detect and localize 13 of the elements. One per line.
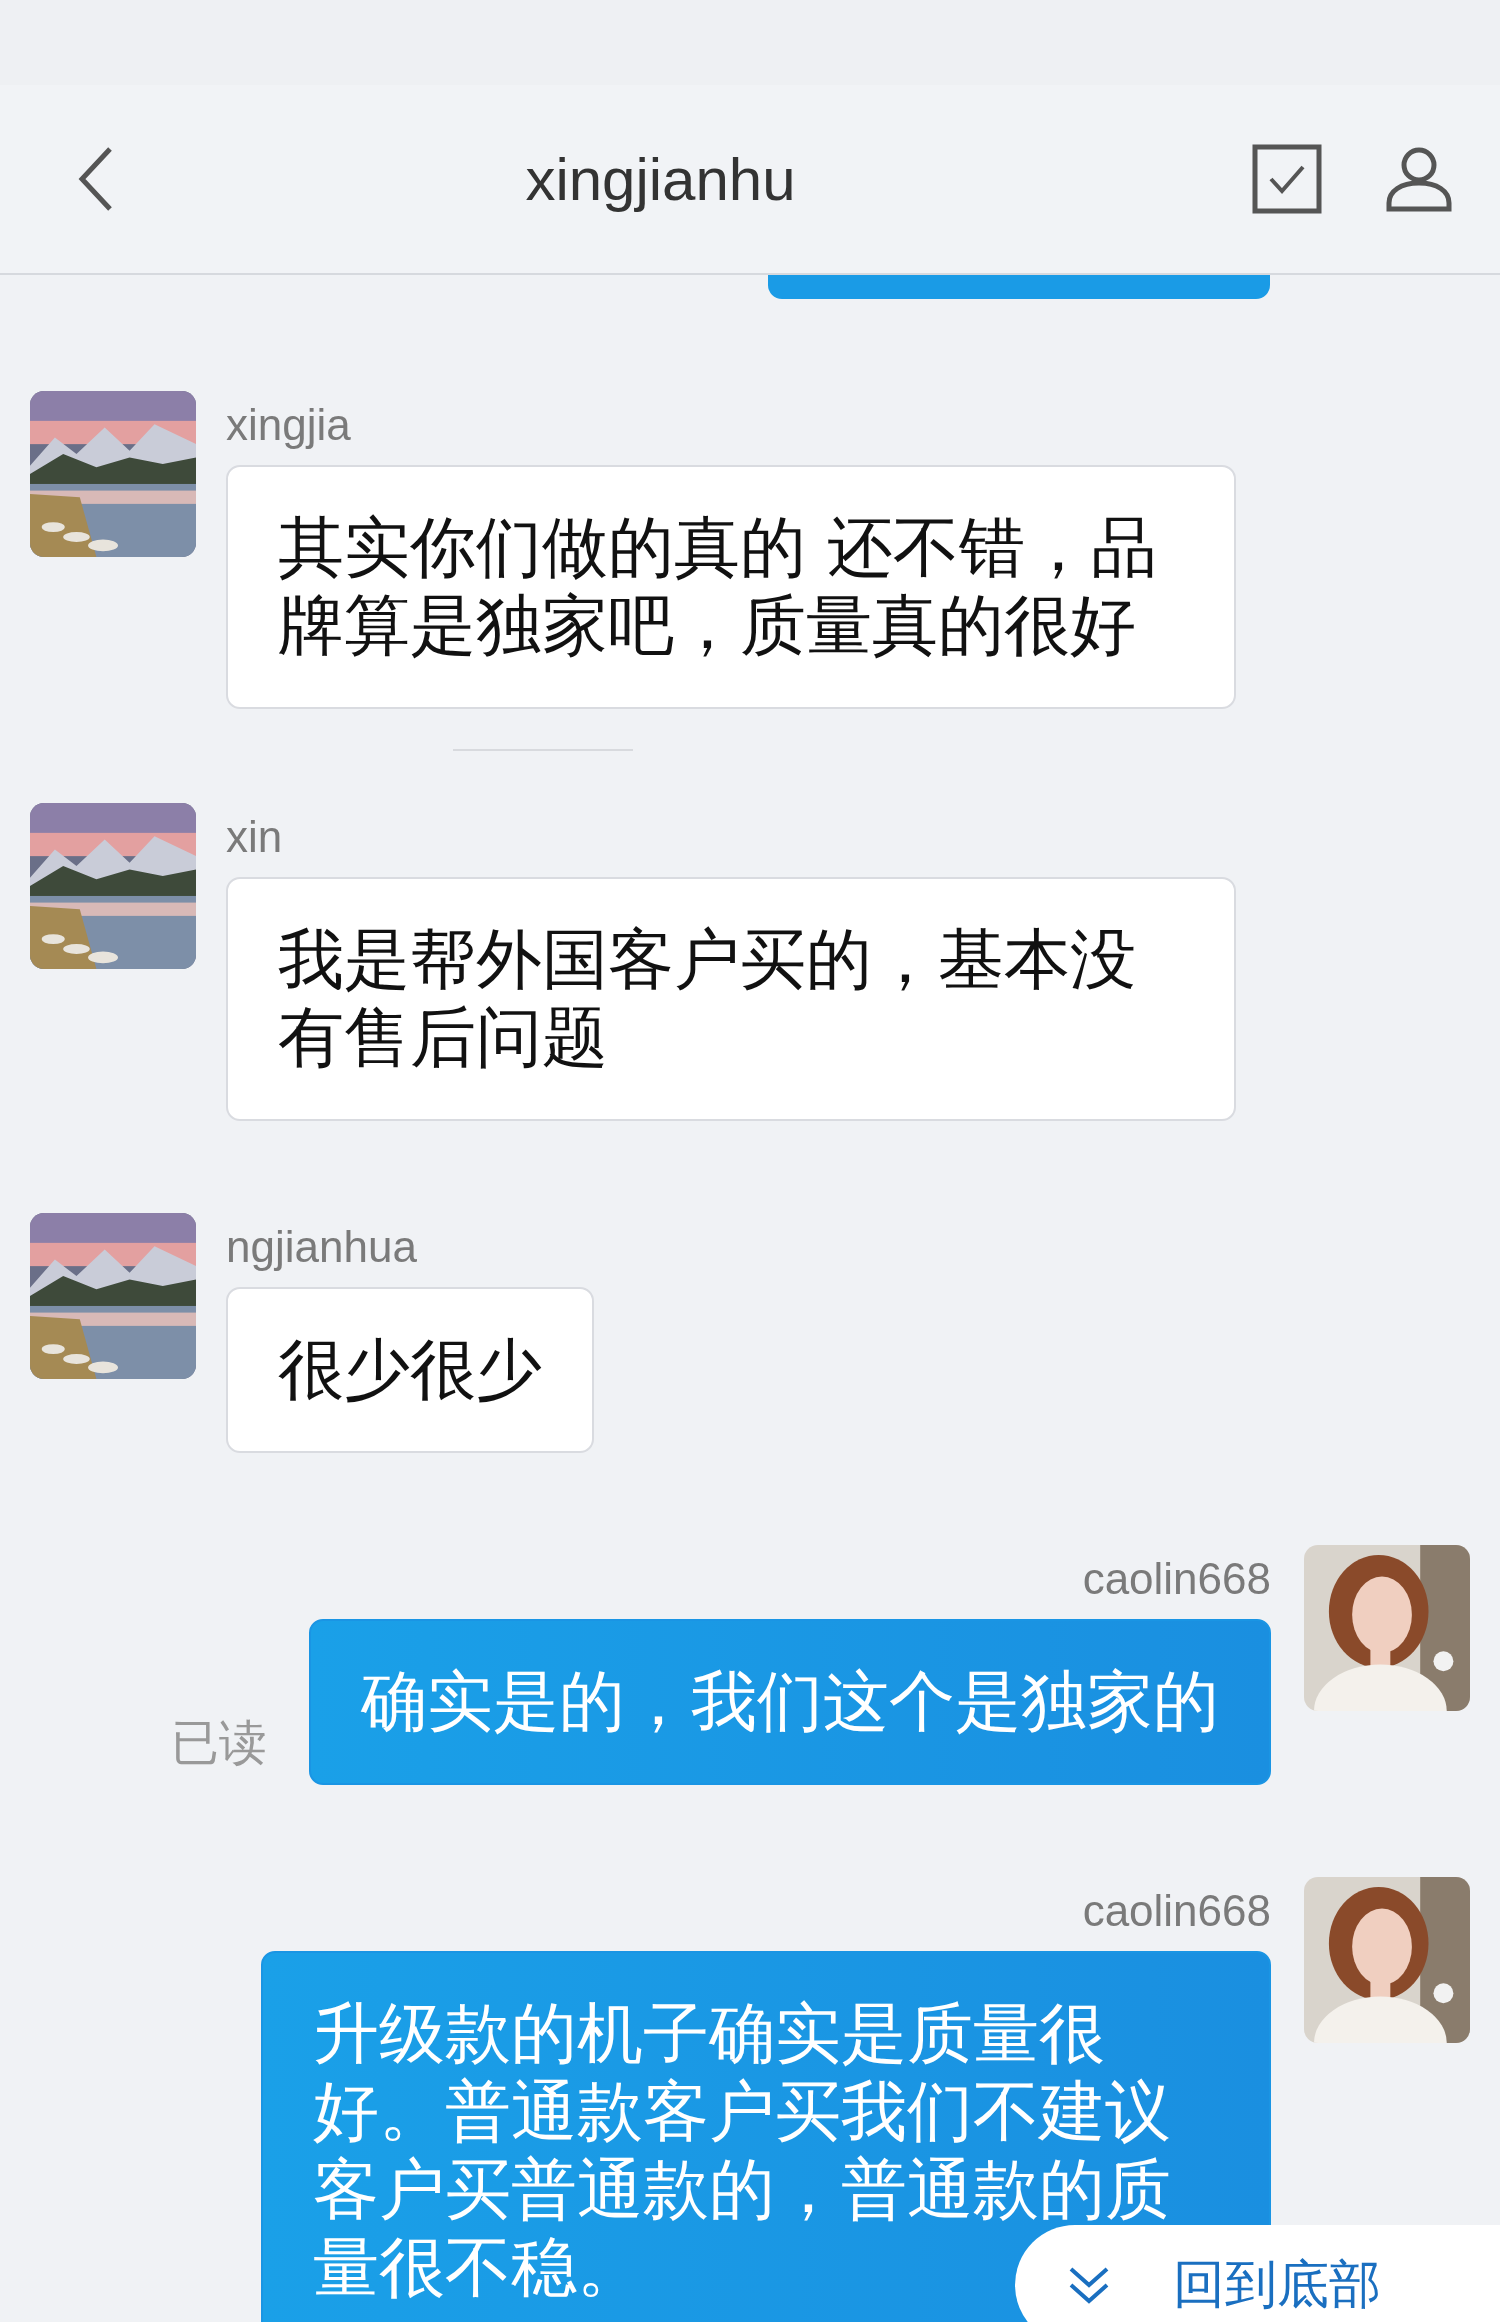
message-bubble: 其实你们做的真的 还不错，品牌算是独家吧，质量真的很好: [226, 465, 1236, 709]
scroll-to-bottom-button[interactable]: 回到底部: [1015, 2225, 1500, 2322]
message-bubble: 我是帮外国客户买的，基本没有售后问题: [226, 877, 1236, 1121]
sender-name: caolin668: [1082, 1553, 1271, 1605]
sender-name: ngjianhua: [226, 1221, 417, 1273]
message-bubble: 很少很少: [226, 1287, 594, 1453]
sender-name: xin: [226, 811, 283, 863]
message-bubble: 确实是的，我们这个是独家的: [309, 1619, 1271, 1785]
sender-name: caolin668: [1082, 1885, 1271, 1937]
checkbox-icon[interactable]: [1251, 143, 1323, 215]
sender-name: xingjia: [226, 399, 351, 451]
read-status: 已读: [171, 1713, 267, 1772]
chat-title: xingjianhu: [524, 144, 797, 214]
